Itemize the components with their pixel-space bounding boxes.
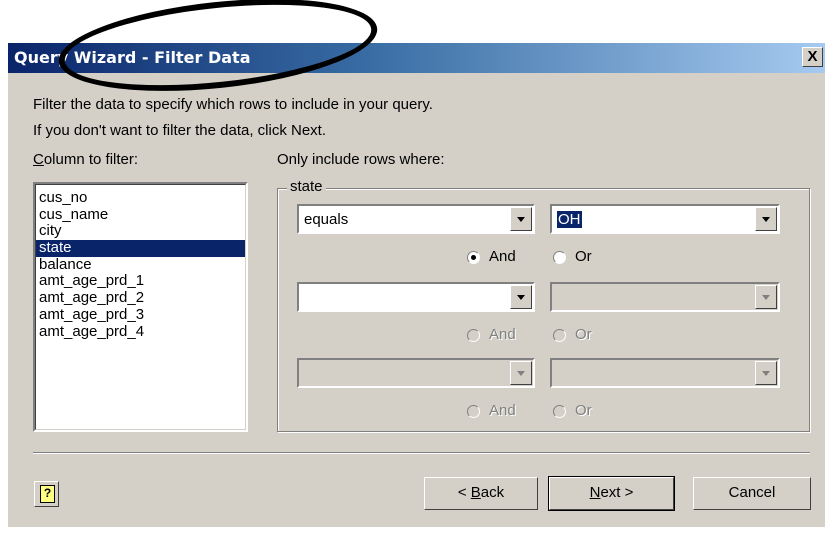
and-radio-2 <box>467 329 480 342</box>
chevron-down-icon <box>755 361 777 385</box>
list-item[interactable]: balance <box>36 256 245 274</box>
help-icon: ? <box>40 485 55 503</box>
chevron-down-icon[interactable] <box>510 285 532 309</box>
operator-combo-2[interactable] <box>297 282 535 312</box>
list-item[interactable]: cus_no <box>36 190 245 207</box>
instruction-line-1: Filter the data to specify which rows to… <box>33 96 433 113</box>
or-label-3: Or <box>575 402 592 419</box>
chevron-down-icon <box>510 361 532 385</box>
or-radio-1[interactable] <box>553 251 566 264</box>
chevron-down-icon[interactable] <box>510 207 532 231</box>
operator-combo-1[interactable]: equals <box>297 204 535 234</box>
chevron-down-icon <box>755 285 777 309</box>
chevron-down-icon[interactable] <box>755 207 777 231</box>
and-radio-1[interactable] <box>467 251 480 264</box>
list-item[interactable]: amt_age_prd_4 <box>36 323 245 341</box>
help-button[interactable]: ? <box>34 481 59 507</box>
and-radio-3 <box>467 405 480 418</box>
and-label-3: And <box>489 402 516 419</box>
value-combo-3 <box>550 358 780 388</box>
or-label-1: Or <box>575 248 592 265</box>
and-label-1: And <box>489 248 516 265</box>
value-text-1: OH <box>556 210 583 229</box>
or-radio-2 <box>553 329 566 342</box>
column-listbox[interactable]: cus_no cus_name city state balance amt_a… <box>33 182 248 432</box>
value-combo-1[interactable]: OH <box>550 204 780 234</box>
list-item-selected[interactable]: state <box>36 240 245 257</box>
list-item[interactable]: cus_name <box>36 206 245 224</box>
instruction-line-2: If you don't want to filter the data, cl… <box>33 122 327 139</box>
or-label-2: Or <box>575 326 592 343</box>
filter-group-title: state <box>287 178 326 195</box>
list-item[interactable]: amt_age_prd_3 <box>36 306 245 324</box>
next-button[interactable]: Next > <box>548 476 675 511</box>
and-label-2: And <box>489 326 516 343</box>
list-item[interactable]: amt_age_prd_2 <box>36 290 245 307</box>
close-button[interactable]: X <box>802 47 823 67</box>
only-include-rows-label: Only include rows where: <box>277 151 445 168</box>
list-item[interactable]: amt_age_prd_1 <box>36 273 245 290</box>
operator-combo-3 <box>297 358 535 388</box>
cancel-button[interactable]: Cancel <box>693 477 811 510</box>
column-to-filter-label: Column to filter: <box>33 151 139 168</box>
back-button[interactable]: < Back <box>424 477 538 510</box>
or-radio-3 <box>553 405 566 418</box>
operator-value-1: equals <box>304 211 349 228</box>
separator <box>33 452 810 454</box>
list-item[interactable]: city <box>36 223 245 240</box>
value-combo-2 <box>550 282 780 312</box>
